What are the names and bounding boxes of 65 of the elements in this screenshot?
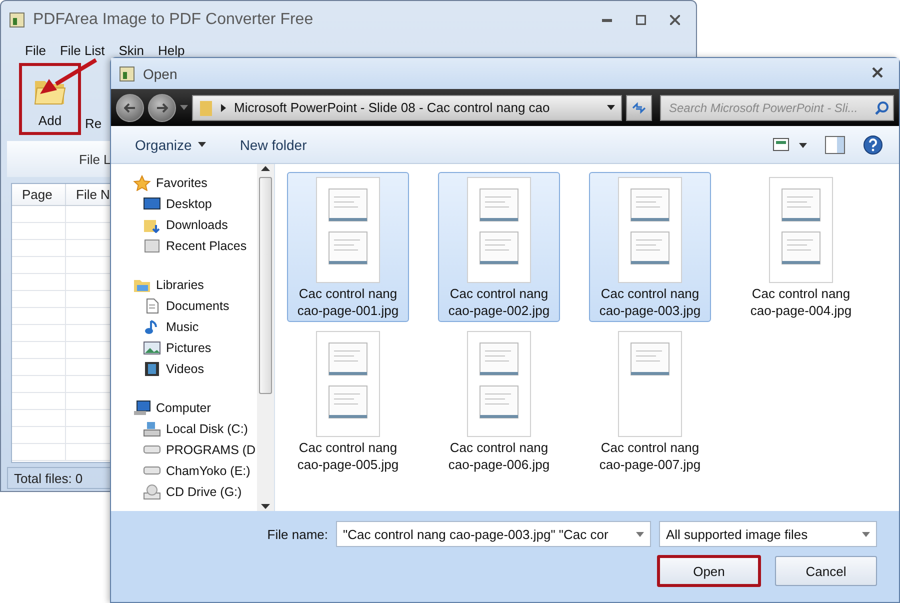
refresh-button[interactable]	[626, 94, 652, 120]
disc-drive-icon	[143, 484, 161, 500]
hard-drive-icon	[143, 420, 161, 436]
menu-item[interactable]: Skin	[118, 42, 144, 58]
nav-item[interactable]: Videos	[115, 358, 204, 379]
menu-item[interactable]: File List	[60, 42, 105, 58]
menu-item[interactable]: File	[25, 42, 46, 58]
nav-item[interactable]: Documents	[115, 295, 230, 316]
toolbar-button[interactable]: Add	[19, 63, 81, 135]
toolbar-button[interactable]: Organize	[123, 132, 218, 156]
refresh-icon	[631, 102, 647, 114]
maximize-icon	[636, 15, 646, 25]
film-icon	[143, 360, 161, 376]
star-icon	[133, 174, 151, 190]
back-button[interactable]	[116, 94, 144, 122]
window-title: PDFArea Image to PDF Converter Free	[33, 11, 314, 29]
caret-icon	[636, 532, 644, 536]
dialog-title: Open	[143, 66, 178, 82]
monitor-icon	[143, 196, 161, 212]
minimize-icon	[602, 18, 612, 22]
field-label: File name:	[267, 526, 328, 542]
nav-item[interactable]: Recent Places	[115, 235, 247, 256]
close-icon	[670, 15, 680, 25]
forward-button[interactable]	[148, 94, 176, 122]
search-icon	[875, 100, 889, 114]
scroll-down-icon	[261, 504, 270, 509]
pointer-arrow	[38, 58, 98, 94]
toolbar-button[interactable]: New folder	[228, 132, 319, 156]
computer-icon	[133, 400, 151, 416]
nav-item[interactable]: Music	[115, 316, 199, 337]
scrollbar[interactable]	[257, 164, 274, 511]
nav-item[interactable]: Desktop	[115, 193, 212, 214]
nav-item[interactable]: Libraries	[115, 274, 204, 295]
dialog-button[interactable]: Cancel	[775, 556, 877, 586]
app-icon	[9, 12, 25, 28]
hard-drive-icon	[143, 466, 161, 475]
toolbar-button[interactable]: Re	[85, 63, 102, 135]
menu-item[interactable]: Help	[158, 42, 185, 58]
nav-item[interactable]: Local Disk (C:)	[115, 418, 248, 439]
search-field[interactable]: Search Microsoft PowerPoint - Sli...	[660, 94, 894, 120]
nav-item[interactable]: Downloads	[115, 214, 228, 235]
forward-arrow-icon	[156, 102, 168, 112]
nav-item[interactable]: Computer	[115, 397, 211, 418]
nav-item[interactable]: PROGRAMS (D	[115, 439, 256, 460]
file-type-dropdown[interactable]: All supported image files	[659, 521, 877, 547]
back-arrow-icon	[124, 102, 136, 112]
dialog-button[interactable]: Open	[657, 555, 761, 587]
file-item[interactable]: Cac control nang cao-page-002.jpg	[438, 172, 560, 322]
file-item[interactable]: Cac control nang cao-page-003.jpg	[589, 172, 711, 322]
chevron-icon	[221, 104, 226, 112]
caret-icon	[180, 105, 188, 110]
file-name-field[interactable]: "Cac control nang cao-page-003.jpg" "Cac cor	[336, 521, 651, 547]
file-item[interactable]: Cac control nang cao-page-004.jpg	[740, 172, 862, 322]
hard-drive-icon	[143, 445, 161, 454]
app-icon	[119, 66, 135, 82]
close-icon	[872, 66, 883, 78]
nav-item[interactable]: Pictures	[115, 337, 212, 358]
address-field[interactable]: Microsoft PowerPoint - Slide 08 - Cac control nang cao	[192, 94, 622, 120]
caret-icon	[862, 532, 870, 536]
caret-icon	[607, 105, 615, 110]
column-header[interactable]: Page	[12, 184, 66, 205]
scroll-up-icon	[261, 166, 270, 171]
file-item[interactable]: Cac control nang cao-page-001.jpg	[287, 172, 409, 322]
nav-item[interactable]: Favorites	[115, 172, 208, 193]
picture-icon	[143, 340, 161, 356]
